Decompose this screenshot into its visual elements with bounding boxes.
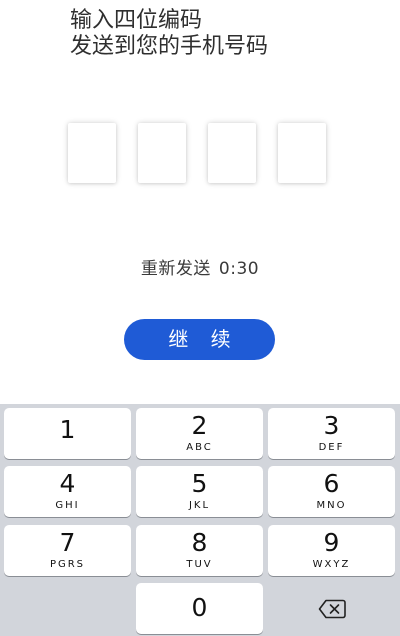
key-6-digit: 6 — [323, 469, 340, 498]
key-9-letters: WXYZ — [312, 559, 351, 570]
key-9-digit: 9 — [323, 528, 340, 557]
code-input-1[interactable] — [68, 123, 116, 183]
key-9[interactable]: 9 WXYZ — [268, 525, 395, 576]
continue-button[interactable]: 继 续 — [124, 319, 275, 360]
code-input-4[interactable] — [278, 123, 326, 183]
key-2-letters: ABC — [186, 442, 213, 453]
title-line-2: 发送到您的手机号码 — [70, 34, 269, 59]
key-7-letters: PGRS — [49, 559, 86, 570]
key-4-digit: 4 — [59, 469, 76, 498]
key-3-letters: DEF — [318, 442, 345, 453]
resend-row[interactable]: 重新发送 0:30 — [0, 254, 400, 279]
key-8[interactable]: 8 TUV — [136, 525, 263, 576]
code-input-2[interactable] — [138, 123, 186, 183]
key-4[interactable]: 4 GHI — [4, 466, 131, 517]
key-7-digit: 7 — [59, 528, 76, 557]
key-5[interactable]: 5 JKL — [136, 466, 263, 517]
key-4-letters: GHI — [55, 500, 80, 511]
backspace-icon — [318, 599, 346, 618]
resend-timer: 0:30 — [218, 259, 260, 279]
key-8-digit: 8 — [191, 528, 208, 557]
delete-key[interactable] — [268, 583, 395, 634]
key-5-digit: 5 — [191, 469, 208, 498]
title-line-1: 输入四位编码 — [70, 8, 203, 33]
key-1[interactable]: 1 — [4, 408, 131, 459]
resend-label[interactable]: 重新发送 — [141, 259, 211, 279]
key-6[interactable]: 6 MNO — [268, 466, 395, 517]
key-5-letters: JKL — [188, 500, 211, 511]
key-3[interactable]: 3 DEF — [268, 408, 395, 459]
key-8-letters: TUV — [186, 559, 213, 570]
key-1-digit: 1 — [59, 415, 76, 444]
key-2-digit: 2 — [191, 411, 208, 440]
key-2[interactable]: 2 ABC — [136, 408, 263, 459]
key-6-letters: MNO — [316, 500, 347, 511]
key-0-digit: 0 — [191, 593, 208, 622]
key-7[interactable]: 7 PGRS — [4, 525, 131, 576]
key-3-digit: 3 — [323, 411, 340, 440]
code-input-3[interactable] — [208, 123, 256, 183]
key-0[interactable]: 0 — [136, 583, 263, 634]
page-title: 输入四位编码 发送到您的手机号码 — [70, 8, 268, 60]
